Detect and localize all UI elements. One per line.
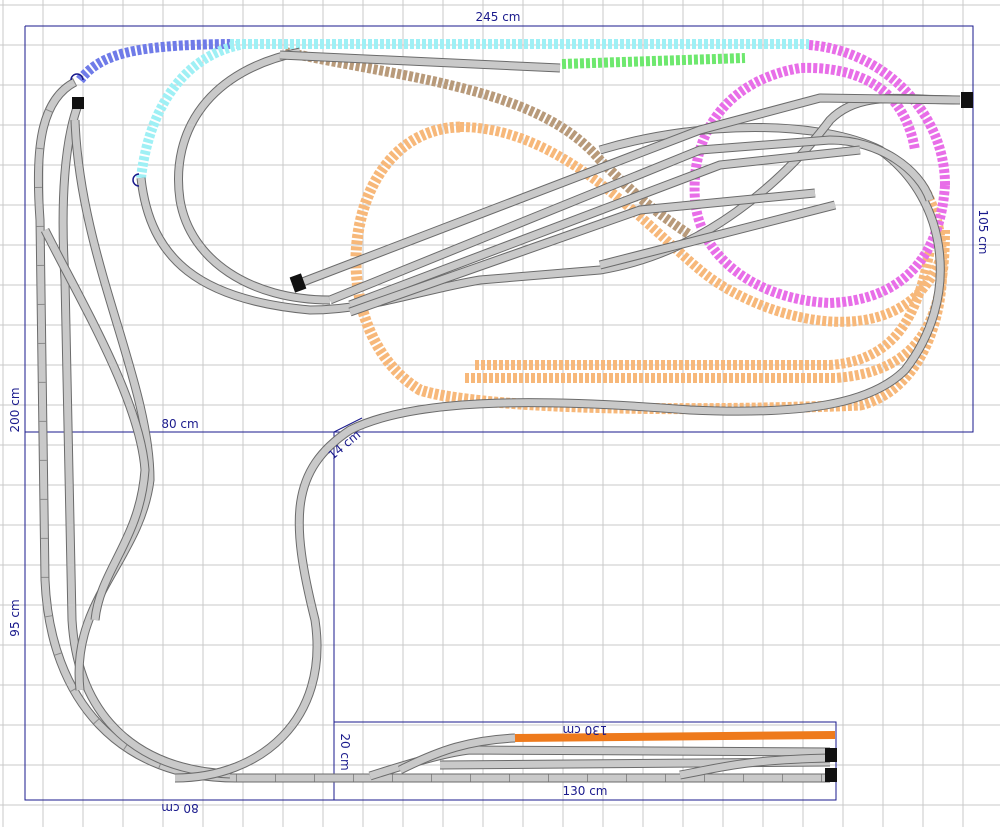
buffer-stop-icon [289, 273, 307, 293]
dim-shelf-length-bottom: 130 cm [562, 784, 607, 798]
buffer-stop-icon [825, 768, 837, 782]
dim-right-depth: 105 cm [976, 209, 990, 254]
dim-bottom-width: 80 cm [161, 801, 198, 815]
dim-shelf-length-top: 130 cm [562, 723, 607, 737]
dim-inner-width: 80 cm [161, 417, 198, 431]
dim-shelf-depth: 20 cm [338, 733, 352, 770]
buffer-stop-icon [961, 92, 973, 108]
dim-lower-height: 95 cm [8, 599, 22, 636]
gray-tracks[interactable] [33, 47, 961, 783]
track-plan-canvas[interactable]: 245 cm 200 cm 105 cm 80 cm 95 cm 80 cm 1… [0, 0, 1000, 827]
buffer-stop-icon [72, 97, 84, 109]
buffer-stop-icon [825, 748, 837, 762]
dim-top-width: 245 cm [475, 10, 520, 24]
dim-left-height: 200 cm [8, 387, 22, 432]
